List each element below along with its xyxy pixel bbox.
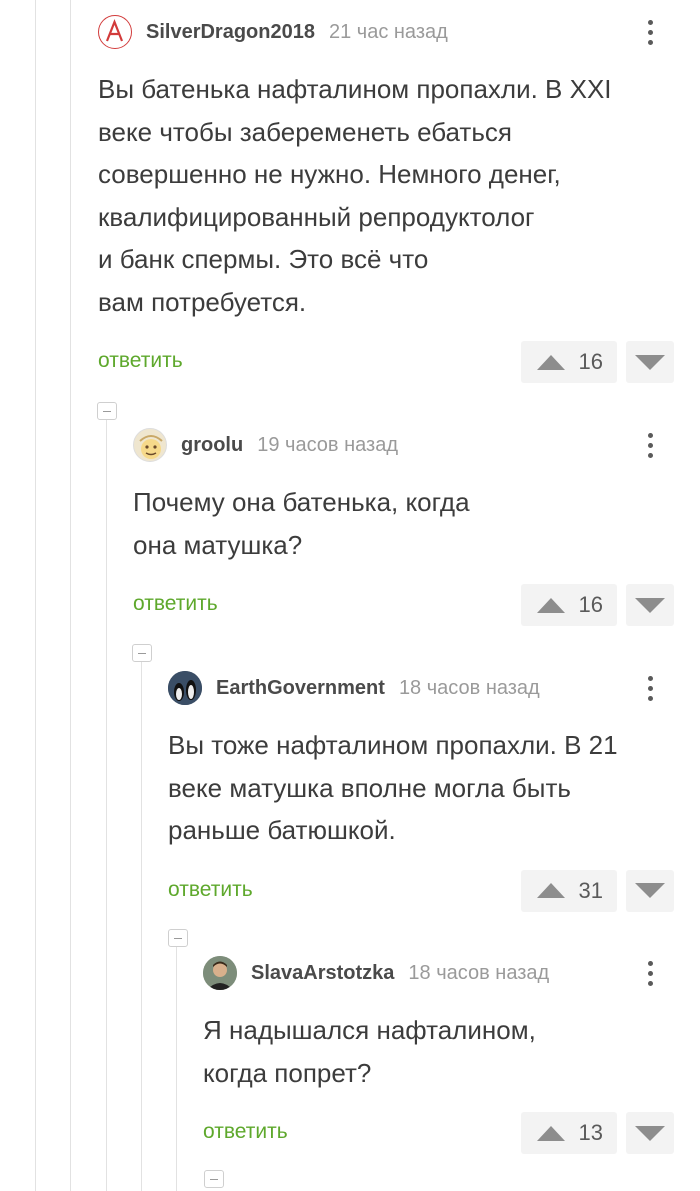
collapse-thread-button[interactable] [97, 402, 117, 420]
comment-text: Вы батенька нафталином пропахли. В XXI в… [98, 74, 612, 317]
comment-header: SlavaArstotzka 18 часов назад [203, 956, 700, 990]
comment-time[interactable]: 18 часов назад [399, 677, 540, 700]
comment: SlavaArstotzka 18 часов назад Я надышалс… [203, 956, 700, 1154]
cartoon-face-avatar[interactable] [133, 428, 167, 462]
comment-footer: ответить 13 [203, 1112, 700, 1154]
author-name[interactable]: groolu [181, 434, 243, 457]
more-options-icon[interactable] [640, 956, 660, 990]
comment-text: Почему она батенька, когда она матушка? [133, 487, 470, 560]
comment-time[interactable]: 21 час назад [329, 21, 448, 44]
comment: SilverDragon2018 21 час назад Вы батеньк… [98, 15, 700, 383]
downvote-arrow-icon [635, 883, 665, 898]
comment-header: groolu 19 часов назад [133, 428, 700, 462]
downvote-arrow-icon [635, 354, 665, 370]
person-photo-avatar[interactable] [203, 956, 237, 990]
upvote-arrow-icon [537, 597, 565, 613]
comment-text: Вы тоже нафталином пропахли. В 21 веке м… [168, 730, 618, 845]
upvote-arrow-icon [537, 883, 565, 898]
rating-count: 31 [578, 877, 603, 903]
rating-count: 16 [578, 349, 603, 374]
comment-time[interactable]: 18 часов назад [408, 962, 549, 985]
more-options-icon[interactable] [640, 428, 660, 462]
collapse-thread-button[interactable] [132, 644, 152, 662]
comment-time[interactable]: 19 часов назад [257, 434, 398, 457]
thread-line [176, 947, 177, 1191]
upvote-arrow-icon [537, 354, 565, 370]
collapse-thread-button[interactable] [168, 929, 188, 947]
author-name[interactable]: SlavaArstotzka [251, 962, 394, 985]
downvote-button[interactable] [626, 1112, 674, 1154]
downvote-button[interactable] [626, 341, 674, 383]
anarchy-a-icon[interactable] [98, 15, 132, 49]
penguins-avatar[interactable] [168, 671, 202, 705]
collapse-thread-button[interactable] [204, 1170, 224, 1188]
upvote-button[interactable]: 31 [521, 869, 617, 912]
comment-header: SilverDragon2018 21 час назад [98, 15, 700, 49]
thread-line [35, 0, 36, 1191]
thread-line [70, 0, 71, 1191]
downvote-arrow-icon [635, 597, 665, 613]
reply-link[interactable]: ответить [203, 1120, 288, 1144]
upvote-button[interactable]: 13 [521, 1112, 617, 1154]
comment-header: EarthGovernment 18 часов назад [168, 671, 700, 705]
rating-count: 16 [578, 592, 603, 617]
comment-footer: ответить 16 [98, 341, 700, 383]
downvote-button[interactable] [626, 869, 674, 912]
comment: EarthGovernment 18 часов назад Вы тоже н… [168, 671, 700, 912]
thread-line [141, 662, 142, 1191]
downvote-button[interactable] [626, 584, 674, 626]
upvote-button[interactable]: 16 [521, 341, 617, 383]
comment: groolu 19 часов назад Почему она батеньк… [133, 428, 700, 626]
comment-footer: ответить 16 [133, 584, 700, 626]
author-name[interactable]: EarthGovernment [216, 677, 385, 700]
rating-count: 13 [578, 1120, 603, 1145]
more-options-icon[interactable] [640, 15, 660, 49]
comment-text: Я надышался нафталином, когда попрет? [203, 1015, 536, 1088]
thread-line [106, 418, 107, 1191]
comment-footer: ответить 31 [168, 869, 700, 912]
reply-link[interactable]: ответить [98, 349, 183, 373]
reply-link[interactable]: ответить [133, 592, 218, 616]
more-options-icon[interactable] [640, 671, 660, 705]
upvote-button[interactable]: 16 [521, 584, 617, 626]
upvote-arrow-icon [537, 1125, 565, 1141]
reply-link[interactable]: ответить [168, 878, 253, 902]
author-name[interactable]: SilverDragon2018 [146, 21, 315, 44]
downvote-arrow-icon [635, 1125, 665, 1141]
